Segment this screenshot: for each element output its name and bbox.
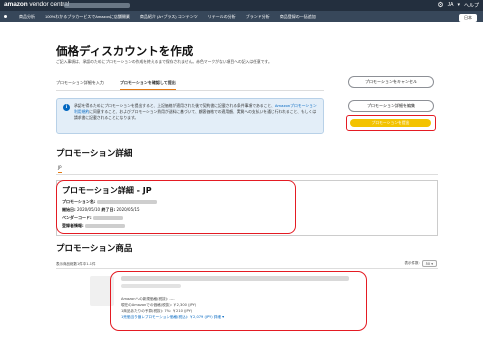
step-review-submit[interactable]: プロモーションを確認して提出: [119, 80, 176, 90]
results-range: 表示商品総数1件中1-1件: [56, 262, 96, 266]
chevron-down-icon: ▾: [431, 261, 433, 266]
language-selector[interactable]: JA: [448, 2, 454, 8]
info-text-before: 承認を得るためにプロモーションを提出すると、上記価格が適用された後で契約書に記載…: [74, 103, 275, 108]
submit-highlight: プロモーションを提出: [346, 115, 436, 131]
info-text: 承認を得るためにプロモーションを提出すると、上記価格が適用された後で契約書に記載…: [74, 103, 317, 121]
step-enter-details[interactable]: プロモーション詳細を入力: [56, 80, 104, 90]
divider: [56, 268, 438, 269]
promotion-name-row: プロモーション名:: [62, 199, 157, 205]
promotion-period-row: 開始日: 2020/05/10 終了日: 2020/05/15: [62, 207, 140, 213]
nav-item-5[interactable]: 商品登録の一括追加: [280, 14, 316, 20]
tab-jp[interactable]: JP: [58, 165, 62, 173]
promotion-name-label: プロモーション名:: [62, 199, 96, 204]
top-right-controls: ⚙ JA ▾ ヘルプ: [437, 2, 479, 9]
details-section-title: プロモーション詳細: [56, 149, 133, 159]
vendor-code-label: ベンダーコード:: [62, 215, 92, 220]
end-date-value: 2020/05/15: [116, 207, 140, 212]
per-page-control: 表示件数: 50 ▾: [404, 260, 437, 267]
edit-promotion-button[interactable]: プロモーション詳細を編集: [348, 100, 434, 112]
account-name-blurred: [64, 3, 130, 8]
cancel-promotion-button[interactable]: プロモーションをキャンセル: [348, 76, 434, 88]
product-subtitle-blurred: [121, 284, 181, 288]
nav-item-1[interactable]: 100%わかるプラカ〜ビスでAmazonに店舗開業: [45, 14, 130, 20]
logo[interactable]: amazon vendor central: [4, 1, 69, 8]
detail-card-title: プロモーション詳細 - JP: [62, 186, 152, 195]
divider: [56, 90, 324, 91]
help-link[interactable]: ヘルプ: [464, 2, 479, 9]
top-bar: amazon vendor central ⚙ JA ▾ ヘルプ: [0, 0, 483, 11]
nav-item-3[interactable]: リテールの分析: [208, 14, 236, 20]
divider: [56, 174, 438, 175]
start-date-value: 2020/05/10: [77, 207, 101, 212]
info-icon: i: [63, 104, 70, 111]
gear-icon[interactable]: ⚙: [437, 2, 443, 9]
page-title: 価格ディスカウントを作成: [56, 44, 194, 58]
nav-item-2[interactable]: 商品紹介 (A+プラス) コンテンツ: [140, 14, 198, 20]
chevron-down-icon: ▾: [457, 2, 460, 8]
submit-promotion-button[interactable]: プロモーションを提出: [350, 118, 431, 127]
goods-section-title: プロモーション商品: [56, 244, 133, 254]
product-pricing: Amazonへの新規価格(税抜): ---- 現在のAmazonでの価格(税抜)…: [121, 296, 224, 320]
promo-price-line[interactable]: 1売価当り値レプロモーション価格(税込): ￥2,079 (JPY) 詳細 ▾: [121, 314, 224, 320]
home-icon[interactable]: [4, 15, 7, 18]
promotion-name-blurred: [96, 200, 157, 204]
registrant-label: 登録者情報:: [62, 223, 84, 228]
page-subtitle: ご記入事項は、承認のためにプロモーションの作成を終えるまで保存されません。赤色マ…: [56, 59, 272, 64]
marketplace-button[interactable]: 日本: [459, 13, 477, 22]
per-page-value: 50: [425, 261, 431, 266]
nav-item-0[interactable]: 商品分析: [19, 14, 35, 20]
nav-bar: 商品分析 100%わかるプラカ〜ビスでAmazonに店舗開業 商品紹介 (A+プ…: [0, 11, 483, 22]
promo-price-text: 1売価当り値レプロモーション価格(税込): ￥2,079 (JPY) 詳細: [121, 315, 221, 319]
progress-steps: プロモーション詳細を入力 プロモーションを確認して提出: [56, 80, 176, 90]
registrant-blurred: [85, 224, 126, 228]
vendor-code-row: ベンダーコード:: [62, 215, 124, 221]
product-title-blurred[interactable]: [121, 276, 349, 281]
registrant-row: 登録者情報:: [62, 223, 126, 229]
info-alert: i 承認を得るためにプロモーションを提出すると、上記価格が適用された後で契約書に…: [56, 98, 324, 134]
info-text-after: に同意すること、およびプロモーション費用が送料に基づいて、顧客価格での適用額、実…: [74, 109, 317, 120]
per-page-select[interactable]: 50 ▾: [421, 260, 437, 267]
logo-amazon: amazon: [4, 1, 28, 8]
end-date-label: 終了日:: [101, 207, 116, 212]
chevron-down-icon: ▾: [222, 314, 225, 319]
vendor-code-blurred: [93, 216, 124, 220]
start-date-label: 開始日:: [62, 207, 76, 212]
per-page-label: 表示件数:: [404, 261, 420, 265]
nav-item-4[interactable]: ブランド分析: [246, 14, 270, 20]
